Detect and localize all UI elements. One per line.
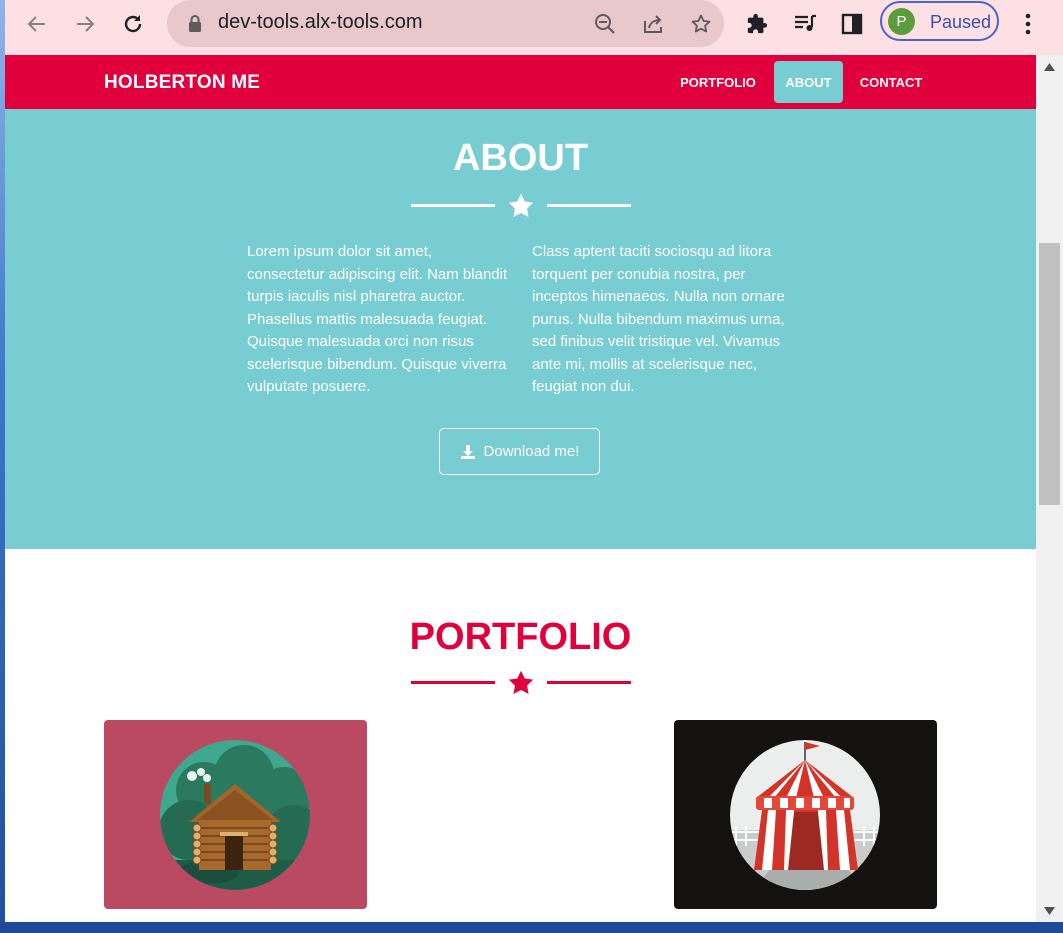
divider-line-right [547,204,631,207]
arrow-left-icon[interactable] [19,6,55,42]
star-icon [508,670,534,694]
divider-line-left [411,204,495,207]
scrollbar-thumb[interactable] [1039,243,1060,505]
address-bar[interactable]: dev-tools.alx-tools.com [167,0,724,47]
star-outline-icon[interactable] [685,8,717,40]
circus-tent-illustration [730,740,880,890]
log-cabin-illustration [160,740,310,890]
download-button[interactable]: Download me! [439,428,600,475]
site-brand[interactable]: HOLBERTON ME [104,72,260,94]
share-icon[interactable] [637,8,669,40]
taskbar-edge [0,922,1063,933]
about-text-right: Class aptent taciti sociosqu ad litora t… [532,243,785,395]
about-divider [411,192,631,220]
scroll-down-icon[interactable] [1044,907,1055,915]
download-icon [460,444,475,459]
browser-toolbar: dev-tools.alx-tools.com P Paused [5,0,1063,55]
profile-button[interactable]: P Paused [880,1,999,41]
nav-about[interactable]: ABOUT [774,61,843,103]
url-text[interactable]: dev-tools.alx-tools.com [218,11,423,34]
zoom-out-icon[interactable] [589,8,621,40]
divider-line-right [547,681,631,684]
portfolio-item-cabin[interactable] [104,720,367,909]
about-section: ABOUT Lorem ipsum dolor sit amet, consec… [5,109,1036,549]
media-queue-icon[interactable] [787,6,823,42]
reload-icon[interactable] [115,6,151,42]
divider-line-left [411,681,495,684]
profile-avatar: P [888,8,915,35]
scroll-up-icon[interactable] [1044,63,1055,71]
portfolio-item-circus[interactable] [674,720,937,909]
about-text-left: Lorem ipsum dolor sit amet, consectetur … [247,243,508,395]
portfolio-divider [411,669,631,697]
arrow-right-icon[interactable] [67,6,103,42]
profile-status: Paused [930,12,992,32]
about-title: ABOUT [452,137,589,179]
web-page: HOLBERTON ME PORTFOLIO ABOUT CONTACT ABO… [5,55,1036,922]
nav-portfolio[interactable]: PORTFOLIO [670,61,766,103]
side-panel-icon[interactable] [834,6,870,42]
portfolio-title: PORTFOLIO [409,616,632,658]
kebab-menu-icon[interactable] [1010,6,1046,42]
site-navbar: HOLBERTON ME PORTFOLIO ABOUT CONTACT [5,55,1036,109]
nav-contact[interactable]: CONTACT [851,61,931,103]
download-label: Download me! [483,443,580,460]
lock-icon[interactable] [179,8,211,40]
puzzle-icon[interactable] [739,6,775,42]
page-scrollbar[interactable] [1036,55,1063,922]
portfolio-section: PORTFOLIO [5,549,1036,922]
star-icon [508,193,534,217]
browser-window: dev-tools.alx-tools.com P Paused HOLBERT… [5,0,1063,922]
